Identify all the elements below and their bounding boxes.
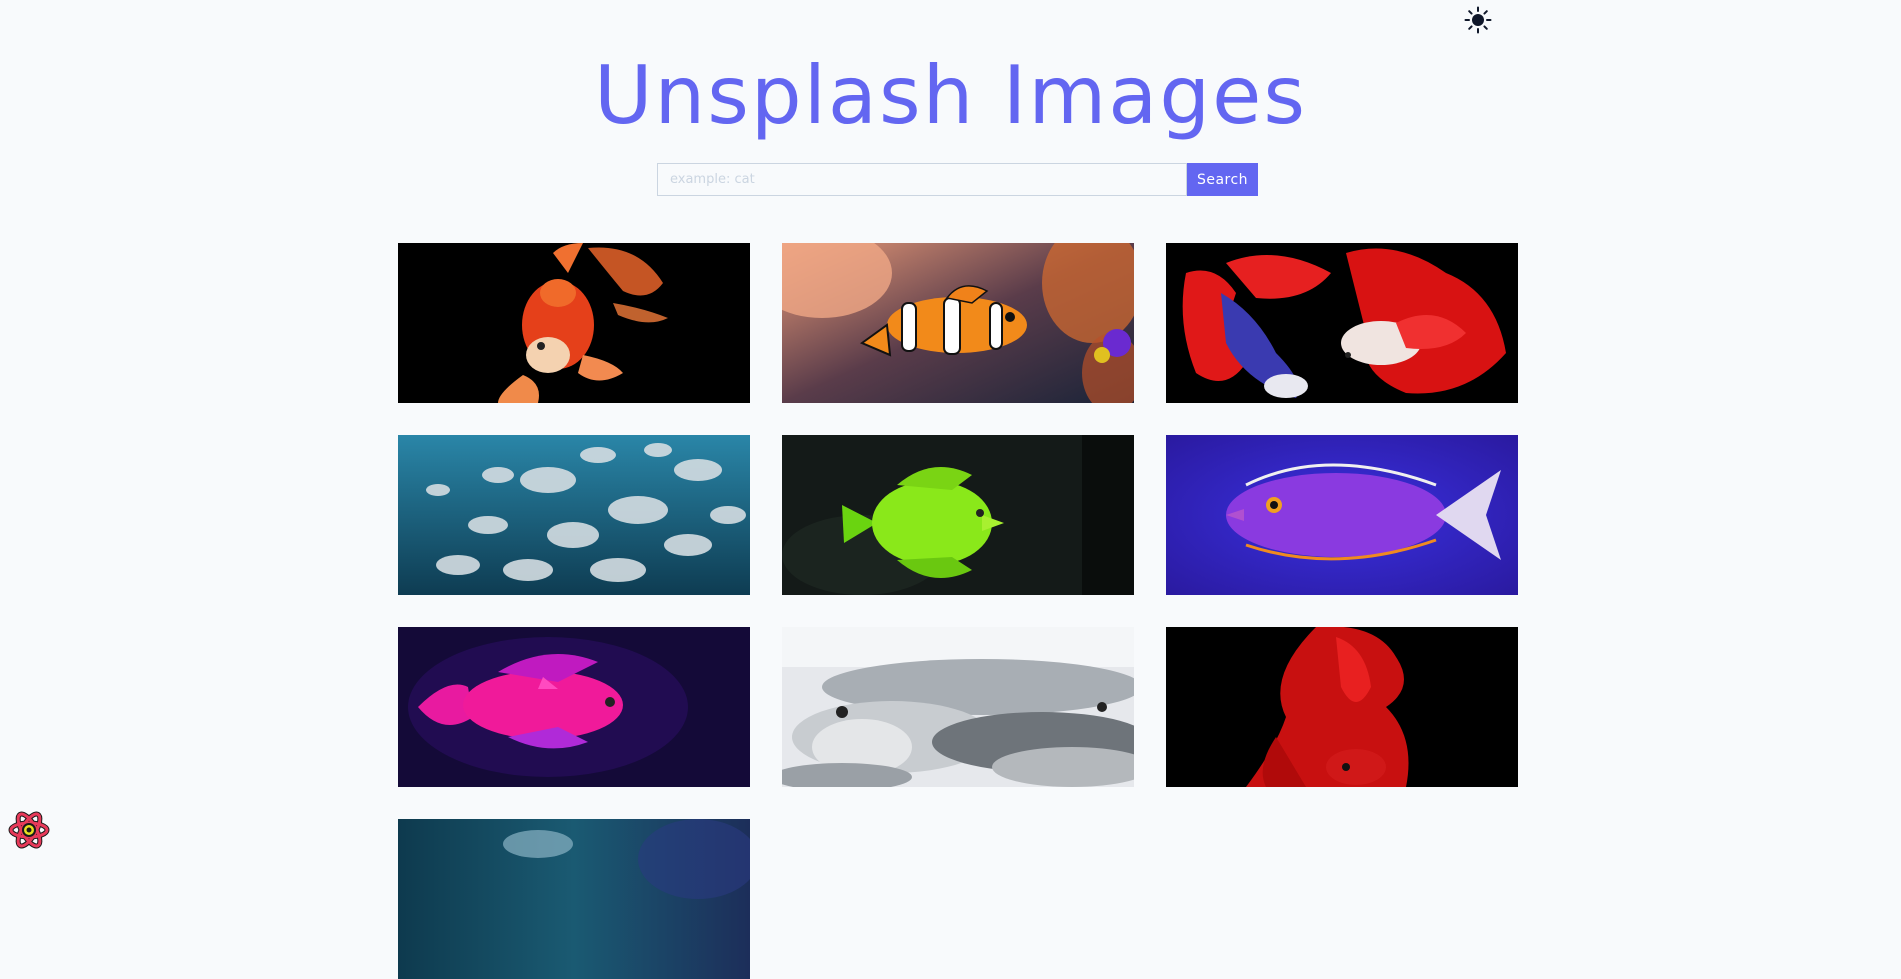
image-card[interactable] [1166, 627, 1518, 787]
image-card[interactable] [782, 243, 1134, 403]
goldfish-image [398, 243, 750, 403]
page-title: Unsplash Images [593, 49, 1307, 142]
image-card[interactable] [1166, 243, 1518, 403]
search-button[interactable]: Search [1187, 163, 1258, 196]
theme-toggle-button[interactable] [1462, 4, 1494, 36]
betta-pair-image [1166, 243, 1518, 403]
search-input[interactable] [657, 163, 1187, 196]
image-card[interactable] [398, 435, 750, 595]
image-card[interactable] [398, 627, 750, 787]
image-gallery [398, 243, 1518, 979]
fish-school-image [398, 435, 750, 595]
fish-market-image [782, 627, 1134, 787]
purple-tang-image [1166, 435, 1518, 595]
clownfish-image [782, 243, 1134, 403]
red-betta-image [1166, 627, 1518, 787]
image-card[interactable] [782, 435, 1134, 595]
sun-icon [1464, 6, 1492, 34]
search-form: Search [657, 163, 1258, 196]
image-card[interactable] [398, 243, 750, 403]
yellow-tang-image [782, 435, 1134, 595]
image-card[interactable] [398, 819, 750, 979]
image-card[interactable] [1166, 435, 1518, 595]
underwater-blue-image [398, 819, 750, 979]
pink-anthias-image [398, 627, 750, 787]
react-logo-icon[interactable] [8, 809, 50, 851]
image-card[interactable] [782, 627, 1134, 787]
